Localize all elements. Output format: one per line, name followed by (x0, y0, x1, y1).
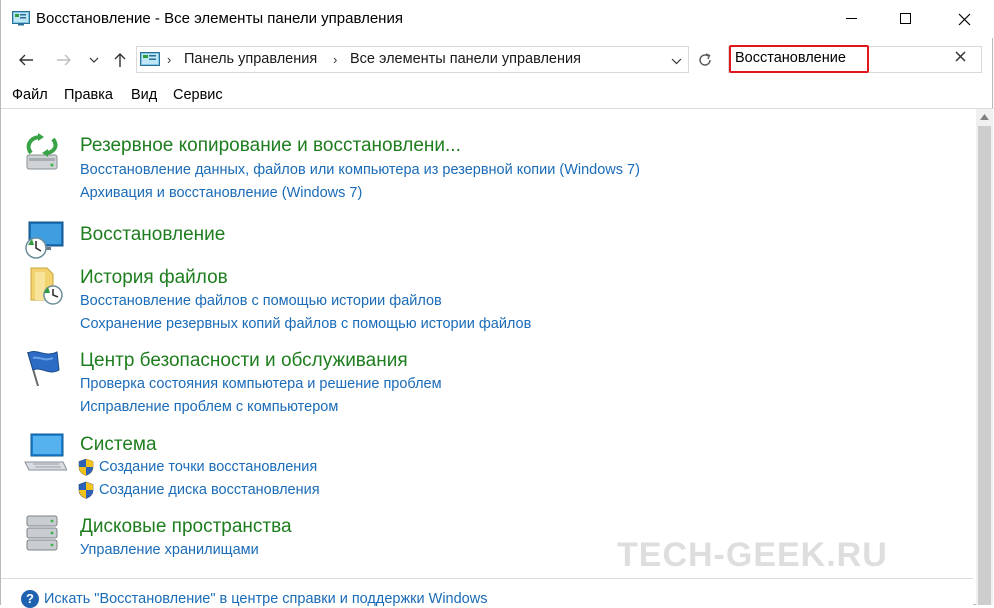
refresh-button[interactable] (691, 46, 718, 73)
storage-spaces-icon (26, 515, 58, 551)
link-create-recovery-drive[interactable]: Создание диска восстановления (99, 482, 320, 498)
group-title-file-history[interactable]: История файлов (80, 267, 228, 289)
clear-search-button[interactable] (955, 49, 966, 67)
security-maintenance-flag-icon (27, 351, 60, 386)
link-backup-and-restore[interactable]: Архивация и восстановление (Windows 7) (80, 185, 362, 201)
file-history-icon (30, 267, 63, 305)
control-panel-icon (12, 11, 30, 26)
control-panel-window: Восстановление - Все элементы панели упр… (0, 0, 994, 608)
menu-view[interactable]: Вид (131, 87, 157, 103)
help-row: ? Искать "Восстановление" в центре справ… (1, 578, 973, 608)
group-title-security-maintenance[interactable]: Центр безопасности и обслуживания (80, 350, 408, 372)
group-title-recovery[interactable]: Восстановление (80, 224, 225, 246)
link-troubleshoot[interactable]: Исправление проблем с компьютером (80, 399, 338, 415)
breadcrumb-all-items[interactable]: Все элементы панели управления (350, 51, 581, 67)
arrow-up-icon (114, 53, 126, 67)
maximize-icon (900, 13, 911, 24)
uac-shield-icon (78, 481, 94, 499)
chevron-down-icon (671, 58, 682, 65)
help-icon: ? (21, 590, 39, 608)
scroll-up-arrow-icon[interactable] (980, 114, 989, 120)
backup-restore-icon (26, 133, 58, 170)
maximize-button[interactable] (883, 0, 929, 38)
close-icon (958, 13, 970, 25)
link-create-restore-point[interactable]: Создание точки восстановления (99, 459, 317, 475)
link-check-status[interactable]: Проверка состояния компьютера и решение … (80, 376, 442, 392)
uac-shield-icon (78, 458, 94, 476)
menu-file[interactable]: Файл (12, 87, 48, 103)
refresh-icon (698, 52, 711, 66)
system-icon (24, 433, 67, 471)
breadcrumb-control-panel[interactable]: Панель управления (184, 51, 317, 67)
chevron-right-icon: › (167, 52, 172, 67)
group-title-storage-spaces[interactable]: Дисковые пространства (80, 516, 292, 538)
arrow-right-icon (57, 54, 71, 66)
minimize-button[interactable] (829, 0, 875, 38)
minimize-icon (846, 18, 857, 19)
menu-bar: Файл Правка Вид Сервис (1, 82, 994, 109)
menu-edit[interactable]: Правка (64, 87, 113, 103)
forward-button[interactable] (51, 48, 77, 72)
vertical-scrollbar[interactable] (976, 109, 993, 605)
menu-tools[interactable]: Сервис (173, 87, 223, 103)
arrow-left-icon (19, 54, 33, 66)
link-save-backups-history[interactable]: Сохранение резервных копий файлов с помо… (80, 316, 531, 332)
recovery-icon (25, 221, 64, 259)
scrollbar-thumb[interactable] (978, 126, 991, 605)
help-search-link[interactable]: Искать "Восстановление" в центре справки… (44, 591, 487, 607)
chevron-right-icon: › (333, 52, 338, 67)
recent-locations-button[interactable] (87, 48, 101, 72)
address-bar[interactable]: › Панель управления › Все элементы панел… (136, 46, 689, 73)
title-bar: Восстановление - Все элементы панели упр… (1, 0, 994, 38)
watermark: TECH-GEEK.RU (617, 536, 888, 574)
search-input[interactable]: Восстановление (735, 50, 846, 66)
group-title-system[interactable]: Система (80, 434, 157, 456)
chevron-down-icon (89, 57, 99, 63)
group-title-backup[interactable]: Резервное копирование и восстановлени... (80, 135, 461, 157)
control-panel-icon (140, 52, 160, 66)
link-restore-files-history[interactable]: Восстановление файлов с помощью истории … (80, 293, 442, 309)
address-history-dropdown[interactable] (671, 52, 682, 70)
link-restore-from-backup[interactable]: Восстановление данных, файлов или компью… (80, 162, 640, 178)
close-icon (955, 51, 966, 62)
back-button[interactable] (13, 48, 39, 72)
up-button[interactable] (109, 48, 131, 72)
link-manage-storage[interactable]: Управление хранилищами (80, 542, 259, 558)
close-button[interactable] (941, 0, 987, 38)
window-title: Восстановление - Все элементы панели упр… (36, 10, 403, 27)
